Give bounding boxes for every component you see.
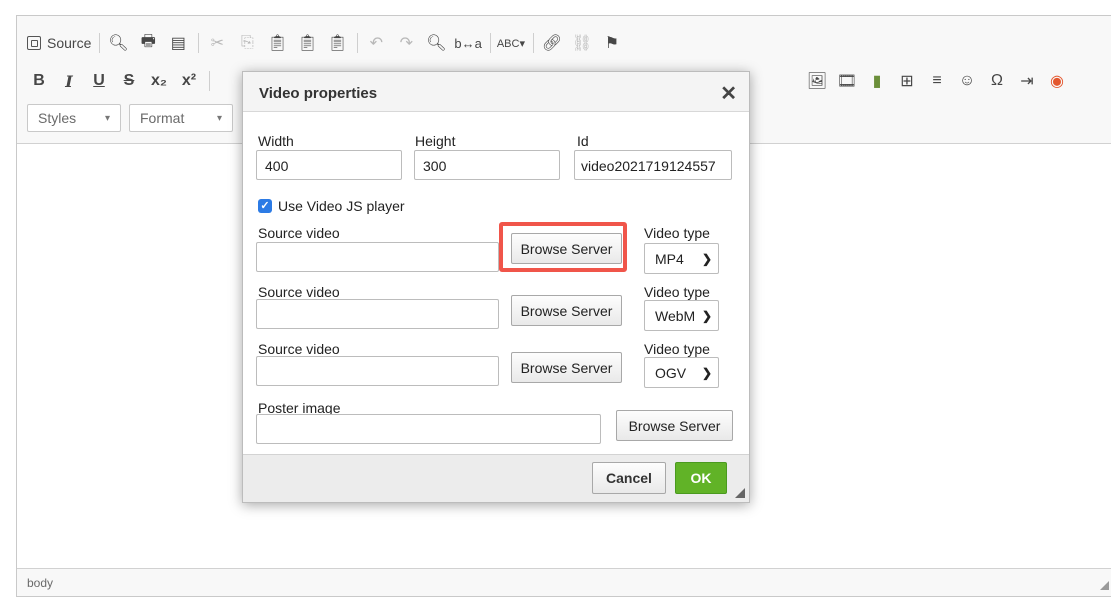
toolbar-row-2-right: 🖼︎ 🎞 ▮ ⊞ ≡ ☺ Ω ⇥ ◉ — [805, 67, 1075, 95]
subscript-button[interactable]: x₂ — [147, 68, 171, 94]
source-video-field[interactable] — [256, 356, 499, 386]
close-icon[interactable]: ✕ — [720, 81, 737, 106]
bold-button[interactable]: B — [27, 68, 51, 94]
image-icon[interactable]: 🖼︎ — [805, 68, 829, 94]
toolbar-separator — [489, 33, 491, 53]
video-type-select[interactable]: MP4 ❯ — [644, 243, 719, 274]
redo-icon[interactable]: ↷ — [394, 30, 418, 56]
toolbar-separator — [357, 33, 359, 53]
format-combo-label: Format — [140, 110, 185, 126]
video-type-value: MP4 — [655, 250, 684, 267]
dialog-title[interactable]: Video properties — [243, 72, 749, 112]
video-type-label: Video type — [644, 284, 710, 300]
source-button[interactable]: Source — [27, 30, 91, 56]
toolbar-separator — [99, 33, 101, 53]
paste-text-icon[interactable]: 📋︎ — [295, 30, 319, 56]
undo-icon[interactable]: ↶ — [364, 30, 388, 56]
chevron-down-icon: ❯ — [701, 308, 712, 323]
styles-combo[interactable]: Styles ▾ — [27, 104, 121, 132]
special-char-icon[interactable]: Ω — [985, 68, 1009, 94]
source-icon — [27, 36, 41, 50]
id-label: Id — [577, 133, 589, 149]
flash-icon[interactable]: 🎞 — [835, 68, 859, 94]
link-icon[interactable]: 🔗︎ — [540, 30, 564, 56]
replace-icon[interactable]: b↔a — [454, 30, 481, 56]
templates-icon[interactable]: ▤ — [166, 30, 190, 56]
poster-browse-server-button[interactable]: Browse Server — [616, 410, 733, 441]
strike-button[interactable]: S — [117, 68, 141, 94]
toolbar-row-1: Source 🔍︎ 🖶 ▤ ✂ ⎘ 📋︎ 📋︎ 📋︎ ↶ ↷ 🔍︎ b↔a AB… — [27, 29, 630, 57]
video-type-value: OGV — [655, 364, 687, 381]
superscript-button[interactable]: x² — [177, 68, 201, 94]
toolbar-separator — [198, 33, 200, 53]
source-video-label: Source video — [258, 341, 340, 357]
dialog-resize-handle[interactable] — [735, 488, 745, 498]
table-icon[interactable]: ⊞ — [895, 68, 919, 94]
paste-word-icon[interactable]: 📋︎ — [325, 30, 349, 56]
video-type-select[interactable]: WebM ❯ — [644, 300, 719, 331]
use-videojs-checkbox[interactable]: ✓ Use Video JS player — [258, 198, 405, 214]
styles-combo-label: Styles — [38, 110, 77, 126]
video-properties-dialog: Video properties ✕ Width 400 Height 300 … — [242, 71, 750, 503]
browse-server-button[interactable]: Browse Server — [511, 352, 622, 383]
paste-icon[interactable]: 📋︎ — [265, 30, 289, 56]
source-video-field[interactable] — [256, 299, 499, 329]
poster-image-field[interactable] — [256, 414, 601, 444]
browse-server-button[interactable]: Browse Server — [511, 295, 622, 326]
chevron-down-icon: ▾ — [104, 112, 110, 124]
width-field[interactable]: 400 — [256, 150, 402, 180]
toolbar-row-3: Styles ▾ Format ▾ — [27, 104, 241, 132]
dialog-footer: Cancel OK — [243, 454, 749, 502]
video-icon[interactable]: ▮ — [865, 68, 889, 94]
toolbar-separator — [532, 33, 534, 53]
horizontal-line-icon[interactable]: ≡ — [925, 68, 949, 94]
spellcheck-icon[interactable]: ABC▾ — [497, 30, 525, 56]
video-type-label: Video type — [644, 225, 710, 241]
ok-button[interactable]: OK — [675, 462, 727, 494]
anchor-icon[interactable]: ⚑ — [600, 30, 624, 56]
copy-icon[interactable]: ⎘ — [235, 30, 259, 56]
use-videojs-label: Use Video JS player — [278, 198, 405, 214]
italic-button[interactable]: I — [57, 68, 81, 94]
toolbar-separator — [209, 71, 210, 91]
format-combo[interactable]: Format ▾ — [129, 104, 233, 132]
width-label: Width — [258, 133, 294, 149]
smiley-icon[interactable]: ☺ — [955, 68, 979, 94]
editor-statusbar: body — [17, 568, 1111, 596]
source-video-label: Source video — [258, 225, 340, 241]
id-field[interactable]: video2021719124557 — [574, 150, 732, 180]
height-label: Height — [415, 133, 456, 149]
underline-button[interactable]: U — [87, 68, 111, 94]
chevron-down-icon: ▾ — [216, 112, 222, 124]
checkbox-checked-icon[interactable]: ✓ — [258, 199, 272, 213]
element-path[interactable]: body — [27, 576, 53, 590]
chevron-down-icon: ❯ — [701, 251, 712, 266]
source-video-label: Source video — [258, 284, 340, 300]
iframe-icon[interactable]: ◉ — [1045, 68, 1069, 94]
height-field[interactable]: 300 — [414, 150, 560, 180]
unlink-icon[interactable]: ⛓ — [570, 30, 594, 56]
find-icon[interactable]: 🔍︎ — [424, 30, 448, 56]
cancel-button[interactable]: Cancel — [592, 462, 666, 494]
source-video-field[interactable] — [256, 242, 499, 272]
video-type-label: Video type — [644, 341, 710, 357]
preview-icon[interactable]: 🔍︎ — [106, 30, 130, 56]
cut-icon[interactable]: ✂ — [205, 30, 229, 56]
page-break-icon[interactable]: ⇥ — [1015, 68, 1039, 94]
editor-resize-handle[interactable] — [1099, 580, 1109, 590]
browse-server-button[interactable]: Browse Server — [511, 233, 622, 264]
chevron-down-icon: ❯ — [701, 365, 712, 380]
toolbar-row-2: B I U S x₂ x² — [27, 67, 216, 95]
print-icon[interactable]: 🖶 — [136, 30, 160, 56]
video-type-value: WebM — [655, 307, 696, 324]
video-type-select[interactable]: OGV ❯ — [644, 357, 719, 388]
source-label: Source — [47, 35, 92, 51]
